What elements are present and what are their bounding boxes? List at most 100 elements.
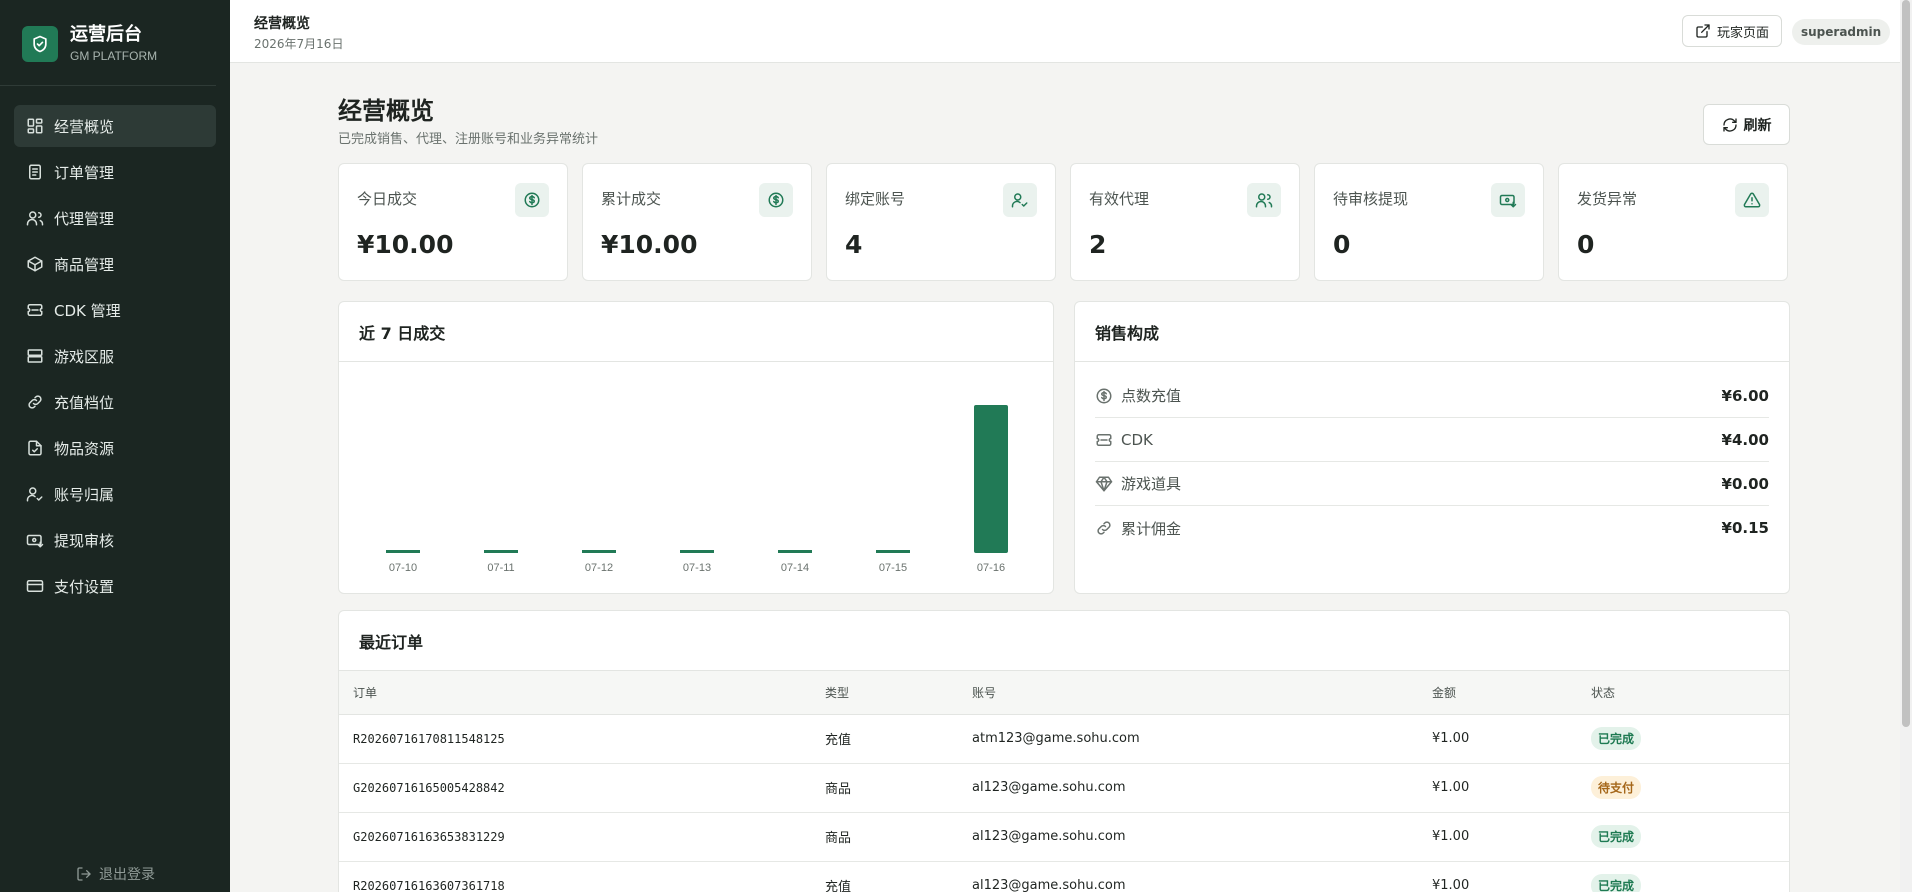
table-row[interactable]: G20260716165005428842 商品 al123@game.sohu.c…: [339, 763, 1789, 813]
order-account: atm123@game.sohu.com: [958, 714, 1418, 764]
order-account: al123@game.sohu.com: [958, 861, 1418, 892]
orders-table-header: 订单 类型 账号 金额 状态: [339, 671, 1789, 715]
chart-x-tick-label: 07-14: [781, 562, 809, 574]
sidebar-item-label: 支付设置: [54, 577, 115, 596]
logout-label: 退出登录: [99, 867, 155, 883]
diamond-icon: [1095, 475, 1113, 493]
chart-bar-07-11: [484, 550, 518, 553]
card-icon: [26, 577, 44, 595]
table-row[interactable]: R20260716170811548125 充值 atm123@game.sohu.…: [339, 714, 1789, 764]
withdraw-icon: [1491, 183, 1525, 217]
order-status: 已完成: [1577, 714, 1789, 764]
sales-label: CDK: [1121, 430, 1153, 449]
chart-x-tick-label: 07-12: [585, 562, 613, 574]
sales-label: 点数充值: [1121, 387, 1182, 405]
sidebar-item-8[interactable]: 物品资源: [14, 427, 216, 469]
order-id: G20260716165005428842: [339, 763, 811, 813]
sidebar-item-2[interactable]: 订单管理: [14, 151, 216, 193]
sales-row: 游戏道具 ¥0.00: [1095, 462, 1769, 506]
dollar-circle-icon: [759, 183, 793, 217]
chart-x-tick-label: 07-15: [879, 562, 907, 574]
topbar: 经营概览 2026年7月16日 玩家页面 superadmin: [230, 0, 1900, 63]
sidebar-item-1[interactable]: 经营概览: [14, 105, 216, 147]
stat-card: 待审核提现 0: [1314, 163, 1544, 281]
column-header: 状态: [1577, 671, 1789, 715]
order-id: G20260716163653831229: [339, 812, 811, 862]
page-scrollbar[interactable]: [1900, 0, 1912, 892]
order-account: al123@game.sohu.com: [958, 763, 1418, 813]
chart-bar-07-16: [974, 405, 1008, 553]
status-badge: 待支付: [1591, 776, 1642, 799]
sales-row: 点数充值 ¥6.00: [1095, 374, 1769, 418]
order-type: 商品: [811, 763, 958, 813]
orders-icon: [26, 163, 44, 181]
table-row[interactable]: R20260716163607361718 充值 al123@game.sohu.c…: [339, 861, 1789, 892]
user-check-icon: [26, 485, 44, 503]
refresh-button[interactable]: 刷新: [1703, 104, 1790, 145]
scrollbar-thumb[interactable]: [1902, 0, 1910, 727]
sales-row: CDK ¥4.00: [1095, 418, 1769, 462]
sidebar-item-label: 游戏区服: [54, 347, 115, 366]
warning-icon: [1735, 183, 1769, 217]
order-amount: ¥1.00: [1418, 763, 1577, 813]
orders-table: 订单 类型 账号 金额 状态 R20260716170811548125 充值 atm123…: [339, 671, 1789, 892]
sales-panel-title: 销售构成: [1075, 302, 1789, 362]
stat-value: ¥10.00: [601, 230, 698, 259]
file-icon: [26, 439, 44, 457]
stat-label: 绑定账号: [845, 190, 906, 208]
logout-button[interactable]: 退出登录: [0, 862, 230, 886]
sidebar-item-5[interactable]: CDK 管理: [14, 289, 216, 331]
stat-value: 0: [1333, 230, 1351, 259]
chart-x-tick-label: 07-10: [389, 562, 417, 574]
sidebar-item-label: 商品管理: [54, 255, 115, 274]
ticket-icon: [26, 301, 44, 319]
sidebar-item-7[interactable]: 充值档位: [14, 381, 216, 423]
user-check-icon: [1003, 183, 1037, 217]
stat-label: 待审核提现: [1333, 190, 1409, 208]
chart-bar-07-15: [876, 550, 910, 553]
sidebar-item-label: 订单管理: [54, 163, 115, 182]
sales-panel: 销售构成 点数充值 ¥6.00 CDK ¥4.00 游戏道具 ¥0.00 累计佣金 ¥0.15: [1074, 301, 1790, 594]
sidebar-item-11[interactable]: 支付设置: [14, 565, 216, 607]
order-amount: ¥1.00: [1418, 812, 1577, 862]
brand-title: 运营后台: [70, 24, 142, 45]
sales-list: 点数充值 ¥6.00 CDK ¥4.00 游戏道具 ¥0.00 累计佣金 ¥0.15: [1075, 362, 1789, 550]
dashboard-icon: [26, 117, 44, 135]
sidebar-item-9[interactable]: 账号归属: [14, 473, 216, 515]
sidebar-item-label: 充值档位: [54, 393, 115, 412]
brand-subtitle: GM PLATFORM: [70, 49, 158, 63]
sidebar-item-label: 经营概览: [54, 117, 115, 136]
sidebar-item-4[interactable]: 商品管理: [14, 243, 216, 285]
orders-table-body: R20260716170811548125 充值 atm123@game.sohu.…: [339, 714, 1789, 892]
sidebar-item-10[interactable]: 提现审核: [14, 519, 216, 561]
shield-logo-icon: [22, 25, 58, 62]
status-badge: 已完成: [1591, 825, 1642, 848]
order-account: al123@game.sohu.com: [958, 812, 1418, 862]
link-icon: [26, 393, 44, 411]
agent-icon: [26, 209, 44, 227]
chart-bar-07-13: [680, 550, 714, 553]
player-page-label: 玩家页面: [1717, 25, 1770, 41]
sidebar: 运营后台 GM PLATFORM 经营概览订单管理代理管理商品管理 CDK 管理游…: [0, 0, 230, 892]
chart-bar-07-14: [778, 550, 812, 553]
order-type: 商品: [811, 812, 958, 862]
stat-card: 今日成交 ¥10.00: [338, 163, 568, 281]
stat-value: 0: [1577, 230, 1595, 259]
sidebar-item-6[interactable]: 游戏区服: [14, 335, 216, 377]
user-badge[interactable]: superadmin: [1792, 19, 1891, 45]
sales-label: 累计佣金: [1121, 519, 1182, 538]
table-row[interactable]: G20260716163653831229 商品 al123@game.sohu.c…: [339, 812, 1789, 862]
topbar-date: 2026年7月16日: [254, 37, 344, 51]
player-page-button[interactable]: 玩家页面: [1682, 15, 1783, 47]
sales-value: ¥6.00: [1721, 386, 1769, 405]
order-status: 待支付: [1577, 763, 1789, 813]
order-type: 充值: [811, 714, 958, 764]
chart-bar-07-12: [582, 550, 616, 553]
server-icon: [26, 347, 44, 365]
sidebar-item-3[interactable]: 代理管理: [14, 197, 216, 239]
page-title: 经营概览: [338, 97, 434, 125]
stat-card: 发货异常 0: [1558, 163, 1788, 281]
stat-value: 4: [845, 230, 863, 259]
users-icon: [1247, 183, 1281, 217]
stat-value: 2: [1089, 230, 1107, 259]
